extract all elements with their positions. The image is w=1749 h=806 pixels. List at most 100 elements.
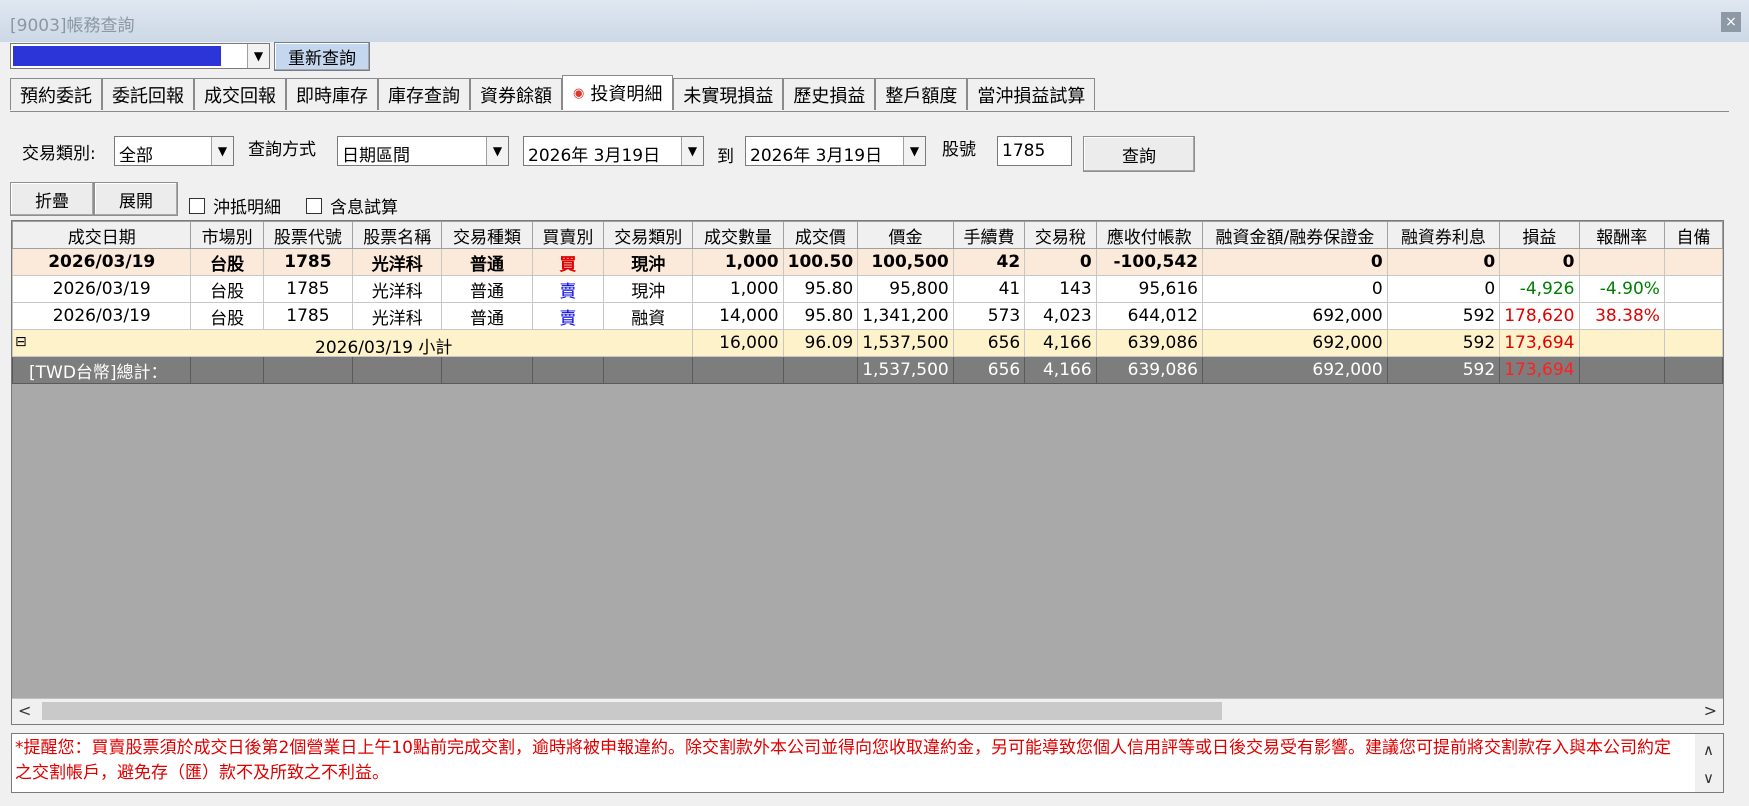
scroll-down-icon[interactable]: ∨ xyxy=(1703,766,1714,791)
column-header[interactable]: 自備 xyxy=(1663,221,1723,249)
tab-1[interactable]: 委託回報 xyxy=(102,78,194,110)
total-empty xyxy=(1578,356,1665,384)
column-header[interactable]: 股票代號 xyxy=(262,221,354,249)
trade-type-label: 交易類別: xyxy=(22,144,96,164)
cell-extra xyxy=(1663,248,1723,276)
column-header[interactable]: 交易種類 xyxy=(441,221,533,249)
chevron-down-icon[interactable]: ▼ xyxy=(681,137,703,165)
include-interest-checkbox[interactable]: 含息試算 xyxy=(306,193,398,218)
settlement-notice: *提醒您：買賣股票須於成交日後第2個營業日上午10點前完成交割，逾時將被申報違約… xyxy=(11,733,1724,793)
cell-ret: -4.90% xyxy=(1578,275,1665,303)
cell-price: 100.50 xyxy=(782,248,859,276)
tab-4[interactable]: 庫存查詢 xyxy=(378,78,470,110)
column-header[interactable]: 股票名稱 xyxy=(352,221,443,249)
tab-8[interactable]: 歷史損益 xyxy=(783,78,876,110)
column-header[interactable]: 損益 xyxy=(1499,221,1580,249)
total-tax: 4,166 xyxy=(1024,356,1097,384)
cell-date: 2026/03/19 xyxy=(12,248,192,276)
column-header[interactable]: 市場別 xyxy=(190,221,264,249)
scroll-left-icon[interactable]: < xyxy=(18,701,31,720)
column-header[interactable]: 交易稅 xyxy=(1024,221,1097,249)
scroll-up-icon[interactable]: ∧ xyxy=(1703,738,1714,763)
scroll-thumb[interactable] xyxy=(42,702,1222,720)
offset-detail-checkbox[interactable]: 沖抵明細 xyxy=(189,193,281,218)
collapse-button[interactable]: 折疊 xyxy=(10,182,94,216)
tab-label: 當沖損益試算 xyxy=(977,85,1086,107)
collapse-toggle-icon[interactable]: ⊟ xyxy=(15,334,27,350)
column-header[interactable]: 買賣別 xyxy=(531,221,605,249)
tab-bar: 預約委託 委託回報 成交回報 即時庫存 庫存查詢 資券餘額 ◉ 投資明細 未實現損益 歷史損益 整戶… xyxy=(10,75,1096,112)
subtotal-amount: 1,537,500 xyxy=(857,329,954,357)
column-header[interactable]: 成交日期 xyxy=(12,221,192,249)
cell-interest: 592 xyxy=(1386,302,1501,330)
trade-type-select[interactable]: 全部 ▼ xyxy=(114,136,234,166)
investment-detail-table: 成交日期 市場別 股票代號 股票名稱 交易種類 買賣別 交易類別 成交數量 成交價 價金 手續費 交易… xyxy=(12,221,1723,384)
cell-margin: 0 xyxy=(1201,275,1388,303)
chevron-down-icon[interactable]: ▼ xyxy=(486,137,508,165)
cell-market: 台股 xyxy=(190,248,264,276)
tab-10[interactable]: 當沖損益試算 xyxy=(967,78,1096,110)
chevron-down-icon[interactable]: ▼ xyxy=(211,137,233,165)
tab-9[interactable]: 整戶額度 xyxy=(875,78,968,110)
account-select[interactable]: ▼ xyxy=(10,43,270,69)
date-from-value: 2026年 3月19日 xyxy=(528,146,661,166)
cell-code: 1785 xyxy=(262,302,354,330)
include-interest-label: 含息試算 xyxy=(330,198,398,218)
cell-type: 現沖 xyxy=(603,248,694,276)
column-header[interactable]: 報酬率 xyxy=(1578,221,1665,249)
horizontal-scrollbar[interactable]: < > xyxy=(12,698,1723,724)
subtotal-row[interactable]: ⊟ 2026/03/19 小計 16,000 96.09 1,537,500 656 4,1… xyxy=(12,329,1723,357)
tab-label: 投資明細 xyxy=(590,84,663,105)
total-label: [TWD台幣]總計： xyxy=(12,356,192,384)
column-header[interactable]: 交易類別 xyxy=(603,221,694,249)
expand-button[interactable]: 展開 xyxy=(94,182,178,216)
date-from-picker[interactable]: 2026年 3月19日 ▼ xyxy=(523,136,704,166)
requery-button[interactable]: 重新查詢 xyxy=(274,42,370,71)
column-header[interactable]: 成交數量 xyxy=(692,221,784,249)
tab-6[interactable]: ◉ 投資明細 xyxy=(562,75,674,110)
tab-5[interactable]: 資券餘額 xyxy=(470,78,562,110)
total-row[interactable]: [TWD台幣]總計： 1,537,500 656 4,166 639,086 692,00… xyxy=(12,356,1723,384)
window-title: [9003]帳務查詢 xyxy=(10,16,135,36)
table-row[interactable]: 2026/03/19 台股 1785 光洋科 普通賣現沖 1,000 95.80 95,800… xyxy=(12,275,1723,303)
tab-2[interactable]: 成交回報 xyxy=(194,78,286,110)
column-header[interactable]: 融資券利息 xyxy=(1386,221,1501,249)
chevron-down-icon[interactable]: ▼ xyxy=(903,137,925,165)
vertical-scrollbar[interactable]: ∧ ∨ xyxy=(1695,734,1723,792)
query-method-select[interactable]: 日期區間 ▼ xyxy=(337,136,509,166)
tab-label: 庫存查詢 xyxy=(388,85,460,107)
checkbox-box[interactable] xyxy=(306,197,322,214)
date-to-picker[interactable]: 2026年 3月19日 ▼ xyxy=(745,136,926,166)
close-icon[interactable]: × xyxy=(1721,12,1741,32)
title-bar: [9003]帳務查詢 × xyxy=(0,0,1749,42)
data-grid[interactable]: 成交日期 市場別 股票代號 股票名稱 交易種類 買賣別 交易類別 成交數量 成交價 價金 手續費 交易… xyxy=(11,220,1724,725)
cell-extra xyxy=(1663,275,1723,303)
checkbox-box[interactable] xyxy=(189,197,205,214)
column-header[interactable]: 價金 xyxy=(857,221,954,249)
total-interest: 592 xyxy=(1386,356,1501,384)
column-header[interactable]: 手續費 xyxy=(952,221,1026,249)
tab-label: 資券餘額 xyxy=(480,85,552,107)
subtotal-interest: 592 xyxy=(1386,329,1501,357)
stock-no-input[interactable]: 1785 xyxy=(997,136,1072,166)
tab-label: 即時庫存 xyxy=(296,85,368,107)
subtotal-pl: 173,694 xyxy=(1499,329,1580,357)
column-header[interactable]: 融資金額/融券保證金 xyxy=(1201,221,1388,249)
tab-0[interactable]: 預約委託 xyxy=(10,78,102,110)
table-row[interactable]: 2026/03/19 台股 1785 光洋科 普通買現沖 1,000 100.50 100,5… xyxy=(12,248,1723,276)
tab-7[interactable]: 未實現損益 xyxy=(673,78,784,110)
cell-pl: 178,620 xyxy=(1499,302,1580,330)
tab-3[interactable]: 即時庫存 xyxy=(286,78,378,110)
tab-label: 未實現損益 xyxy=(683,85,774,107)
query-button[interactable]: 查詢 xyxy=(1083,136,1195,172)
column-header[interactable]: 成交價 xyxy=(782,221,859,249)
table-row[interactable]: 2026/03/19 台股 1785 光洋科 普通賣融資 14,000 95.80 1,341… xyxy=(12,302,1723,330)
scroll-right-icon[interactable]: > xyxy=(1704,701,1717,720)
cell-amount: 1,341,200 xyxy=(857,302,954,330)
chevron-down-icon[interactable]: ▼ xyxy=(247,44,269,68)
cell-type: 現沖 xyxy=(603,275,694,303)
cell-code: 1785 xyxy=(262,275,354,303)
column-header[interactable]: 應收付帳款 xyxy=(1095,221,1203,249)
cell-name: 光洋科 xyxy=(352,302,443,330)
cell-name: 光洋科 xyxy=(352,275,443,303)
